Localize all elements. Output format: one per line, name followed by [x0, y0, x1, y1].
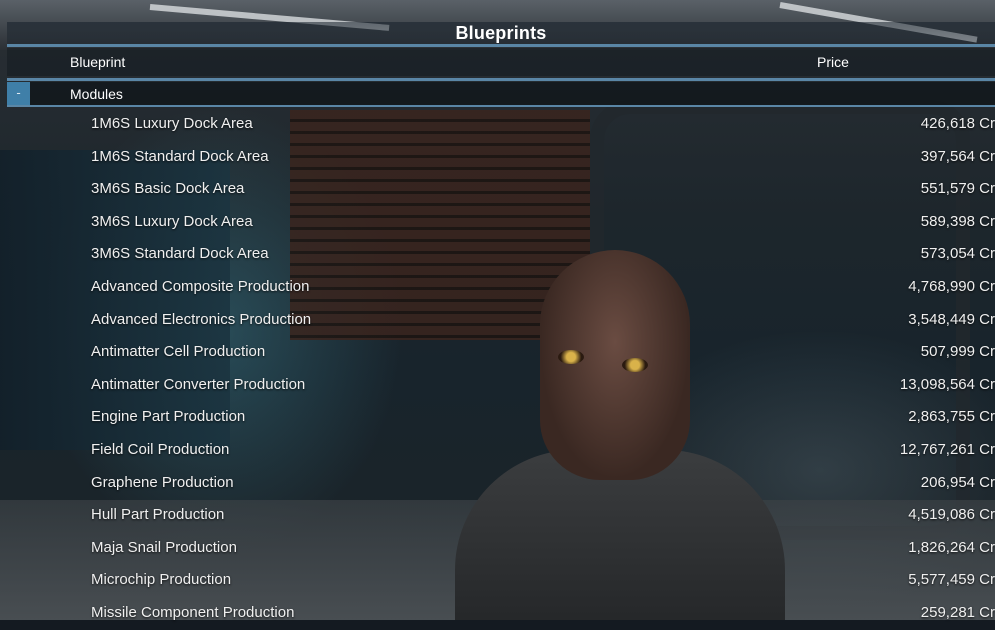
title-bar: Blueprints — [7, 22, 995, 44]
blueprint-price: 589,398 Cr — [920, 212, 995, 230]
blueprint-name: 1M6S Luxury Dock Area — [91, 115, 253, 132]
blueprint-name: Graphene Production — [91, 473, 234, 491]
list-item[interactable]: Hull Part Production 4,519,086 Cr — [7, 499, 995, 532]
blueprint-price: 4,519,086 Cr — [908, 506, 995, 524]
title-divider — [7, 44, 995, 47]
blueprint-price: 426,618 Cr — [920, 115, 995, 132]
blueprint-price: 259,281 Cr — [920, 603, 995, 621]
column-header-row: Blueprint Price — [7, 48, 995, 76]
blueprint-price: 397,564 Cr — [920, 147, 995, 165]
blueprint-name: 3M6S Luxury Dock Area — [91, 212, 253, 230]
list-item[interactable]: Antimatter Converter Production 13,098,56… — [7, 369, 995, 402]
blueprint-name: 3M6S Basic Dock Area — [91, 180, 245, 198]
blueprint-price: 551,579 Cr — [920, 180, 995, 198]
list-item[interactable]: Antimatter Cell Production 507,999 Cr — [7, 336, 995, 369]
list-item[interactable]: Graphene Production 206,954 Cr — [7, 467, 995, 500]
list-item[interactable]: Field Coil Production 12,767,261 Cr — [7, 434, 995, 467]
list-item[interactable]: Maja Snail Production 1,826,264 Cr — [7, 532, 995, 565]
blueprint-price: 4,768,990 Cr — [908, 277, 995, 295]
list-item[interactable]: 1M6S Luxury Dock Area 426,618 Cr — [7, 108, 995, 141]
list-item[interactable]: 3M6S Standard Dock Area 573,054 Cr — [7, 238, 995, 271]
blueprint-name: 3M6S Standard Dock Area — [91, 245, 269, 263]
blueprint-name: Hull Part Production — [91, 506, 225, 524]
blueprint-name: Antimatter Cell Production — [91, 343, 266, 361]
collapse-button[interactable]: - — [7, 82, 30, 105]
blueprint-name: Engine Part Production — [91, 408, 246, 426]
blueprint-price: 2,863,755 Cr — [908, 408, 995, 426]
blueprint-price: 507,999 Cr — [920, 343, 995, 361]
list-item[interactable]: Engine Part Production 2,863,755 Cr — [7, 401, 995, 434]
blueprint-price: 3,548,449 Cr — [908, 310, 995, 328]
blueprint-name: Advanced Composite Production — [91, 277, 310, 295]
list-item[interactable]: Advanced Composite Production 4,768,990 C… — [7, 271, 995, 304]
blueprint-name: Maja Snail Production — [91, 538, 237, 556]
blueprint-name: Advanced Electronics Production — [91, 310, 312, 328]
list-item[interactable]: 3M6S Basic Dock Area 551,579 Cr — [7, 173, 995, 206]
header-divider — [7, 78, 995, 81]
list-item[interactable]: 1M6S Standard Dock Area 397,564 Cr — [7, 141, 995, 174]
list-item[interactable]: 3M6S Luxury Dock Area 589,398 Cr — [7, 206, 995, 239]
blueprint-name: Field Coil Production — [91, 440, 230, 458]
group-divider — [7, 105, 995, 107]
blueprint-name: 1M6S Standard Dock Area — [91, 147, 269, 165]
blueprint-name: Antimatter Converter Production — [91, 375, 306, 393]
group-row-modules[interactable]: - Modules — [7, 82, 995, 105]
blueprint-price: 1,826,264 Cr — [908, 538, 995, 556]
group-label: Modules — [70, 86, 123, 102]
list-item[interactable]: Microchip Production 5,577,459 Cr — [7, 564, 995, 597]
list-item[interactable]: Missile Component Production 259,281 Cr — [7, 597, 995, 630]
blueprint-price: 5,577,459 Cr — [908, 571, 995, 589]
blueprint-price: 12,767,261 Cr — [899, 440, 995, 458]
window-title: Blueprints — [455, 23, 547, 43]
blueprint-price: 13,098,564 Cr — [899, 375, 995, 393]
column-header-blueprint[interactable]: Blueprint — [70, 54, 125, 70]
blueprints-window: Blueprints Blueprint Price - Modules 1M6… — [7, 22, 995, 621]
blueprint-list: 1M6S Luxury Dock Area 426,618 Cr 1M6S Sta… — [7, 108, 995, 630]
column-header-price[interactable]: Price — [817, 54, 849, 70]
blueprint-price: 206,954 Cr — [920, 473, 995, 491]
blueprint-price: 573,054 Cr — [920, 245, 995, 263]
blueprint-name: Missile Component Production — [91, 603, 295, 621]
blueprint-name: Microchip Production — [91, 571, 232, 589]
list-item[interactable]: Advanced Electronics Production 3,548,449… — [7, 304, 995, 337]
